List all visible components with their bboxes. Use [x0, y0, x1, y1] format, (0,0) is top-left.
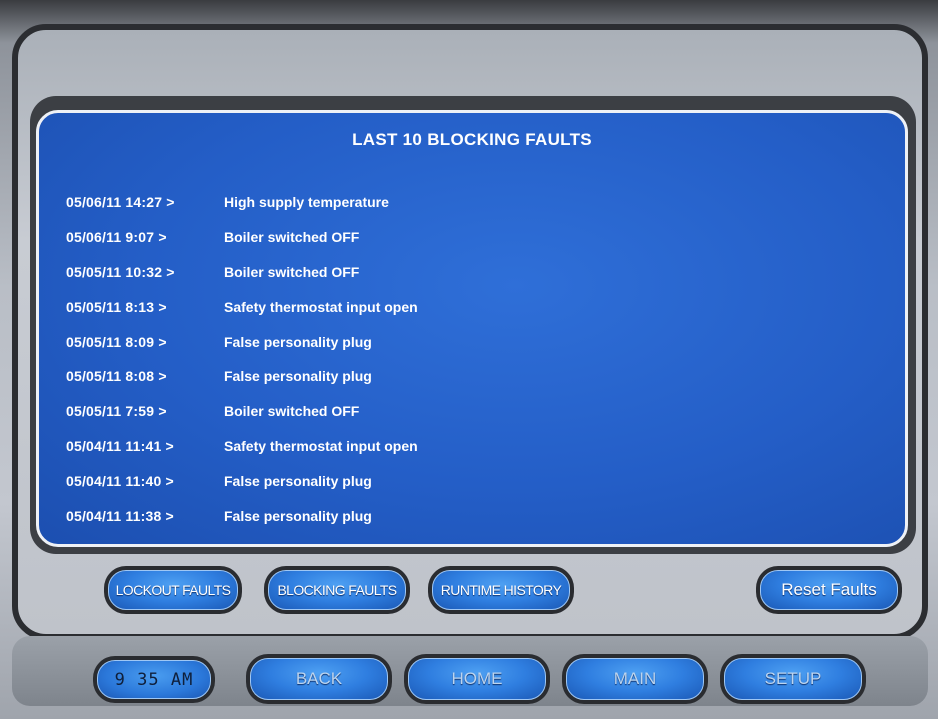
home-button[interactable]: HOME — [404, 654, 550, 704]
fault-row: 05/06/11 14:27 > High supply temperature — [66, 185, 666, 220]
lockout-faults-label: LOCKOUT FAULTS — [108, 570, 238, 610]
back-button[interactable]: BACK — [246, 654, 392, 704]
fault-timestamp: 05/05/11 7:59 > — [66, 403, 167, 420]
fault-row: 05/05/11 7:59 > Boiler switched OFF — [66, 394, 666, 429]
clock-display: 9 35 AM — [93, 656, 215, 703]
setup-button[interactable]: SETUP — [720, 654, 866, 704]
main-button[interactable]: MAIN — [562, 654, 708, 704]
fault-timestamp: 05/04/11 11:40 > — [66, 472, 174, 489]
fault-timestamp: 05/06/11 14:27 > — [66, 194, 175, 211]
fault-row: 05/05/11 10:32 > Boiler switched OFF — [66, 255, 666, 290]
fault-description: Safety thermostat input open — [224, 298, 418, 315]
fault-description: Boiler switched OFF — [224, 403, 360, 420]
fault-description: Boiler switched OFF — [224, 263, 360, 280]
reset-faults-label: Reset Faults — [760, 570, 898, 610]
fault-row: 05/04/11 11:38 > False personality plug — [66, 498, 666, 533]
fault-timestamp: 05/06/11 9:07 > — [66, 229, 167, 246]
fault-timestamp: 05/05/11 8:09 > — [66, 333, 167, 350]
back-label: BACK — [250, 658, 388, 700]
lockout-faults-button[interactable]: LOCKOUT FAULTS — [104, 566, 242, 614]
fault-timestamp: 05/04/11 11:38 > — [66, 507, 174, 524]
fault-row: 05/05/11 8:08 > False personality plug — [66, 359, 666, 394]
fault-row: 05/05/11 8:13 > Safety thermostat input … — [66, 289, 666, 324]
fault-timestamp: 05/05/11 8:13 > — [66, 298, 167, 315]
fault-description: False personality plug — [224, 472, 372, 489]
panel-title: LAST 10 BLOCKING FAULTS — [352, 130, 592, 149]
fault-timestamp: 05/05/11 10:32 > — [66, 263, 175, 280]
runtime-history-label: RUNTIME HISTORY — [432, 570, 570, 610]
fault-row: 05/06/11 9:07 > Boiler switched OFF — [66, 220, 666, 255]
blocking-faults-button[interactable]: BLOCKING FAULTS — [264, 566, 410, 614]
display-screen: LAST 10 BLOCKING FAULTS 05/06/11 14:27 >… — [0, 0, 938, 719]
main-label: MAIN — [566, 658, 704, 700]
reset-faults-button[interactable]: Reset Faults — [756, 566, 902, 614]
fault-timestamp: 05/05/11 8:08 > — [66, 368, 167, 385]
fault-row: 05/05/11 8:09 > False personality plug — [66, 324, 666, 359]
fault-description: High supply temperature — [224, 194, 389, 211]
fault-description: False personality plug — [224, 333, 372, 350]
setup-label: SETUP — [724, 658, 862, 700]
runtime-history-button[interactable]: RUNTIME HISTORY — [428, 566, 574, 614]
home-label: HOME — [408, 658, 546, 700]
fault-description: False personality plug — [224, 368, 372, 385]
blocking-faults-label: BLOCKING FAULTS — [268, 570, 406, 610]
fault-row: 05/04/11 11:41 > Safety thermostat input… — [66, 429, 666, 464]
clock-time: 9 35 AM — [97, 660, 211, 699]
fault-list: 05/06/11 14:27 > High supply temperature… — [66, 185, 666, 533]
fault-description: Boiler switched OFF — [224, 229, 360, 246]
fault-description: False personality plug — [224, 507, 372, 524]
faults-panel: LAST 10 BLOCKING FAULTS 05/06/11 14:27 >… — [36, 110, 908, 547]
fault-timestamp: 05/04/11 11:41 > — [66, 437, 174, 454]
fault-description: Safety thermostat input open — [224, 437, 418, 454]
fault-row: 05/04/11 11:40 > False personality plug — [66, 463, 666, 498]
